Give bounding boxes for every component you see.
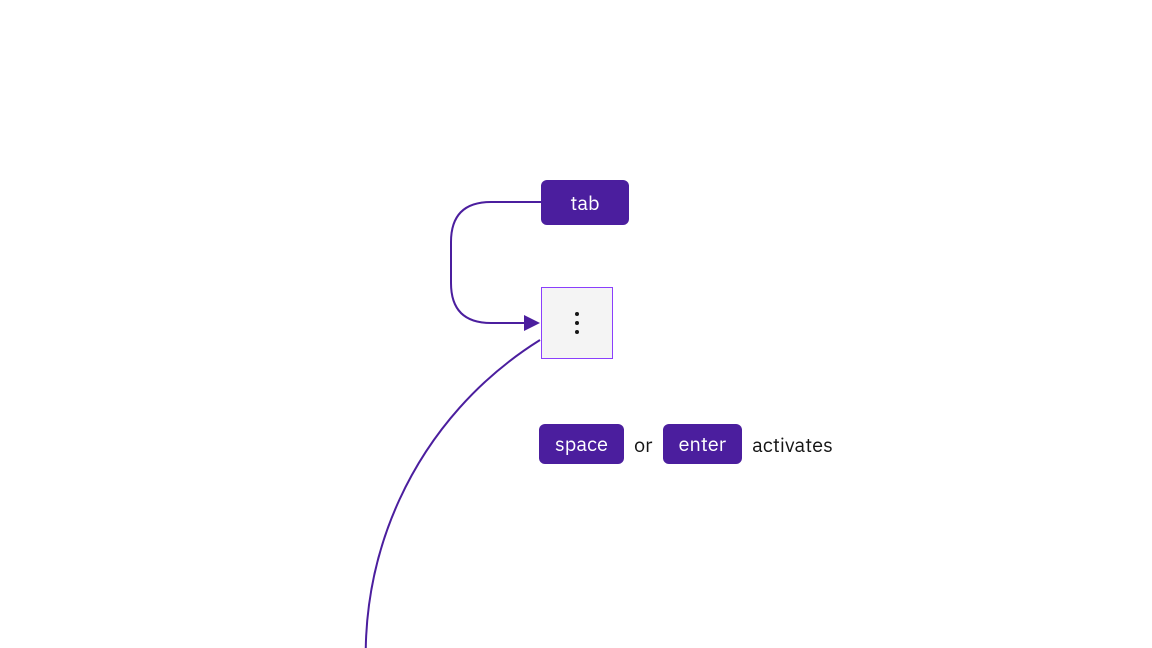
activation-separator: or bbox=[634, 431, 653, 458]
key-tab-label: tab bbox=[570, 191, 599, 215]
diagram-canvas: tab space or enter activates bbox=[0, 0, 1152, 648]
key-enter: enter bbox=[663, 424, 743, 464]
activation-trailing: activates bbox=[752, 431, 833, 458]
key-tab: tab bbox=[541, 180, 629, 225]
key-enter-label: enter bbox=[679, 432, 727, 456]
activation-annotation: space or enter activates bbox=[539, 424, 833, 464]
overflow-menu-button[interactable] bbox=[541, 287, 613, 359]
key-space: space bbox=[539, 424, 624, 464]
overflow-menu-vertical-icon bbox=[575, 312, 579, 334]
key-space-label: space bbox=[555, 432, 608, 456]
